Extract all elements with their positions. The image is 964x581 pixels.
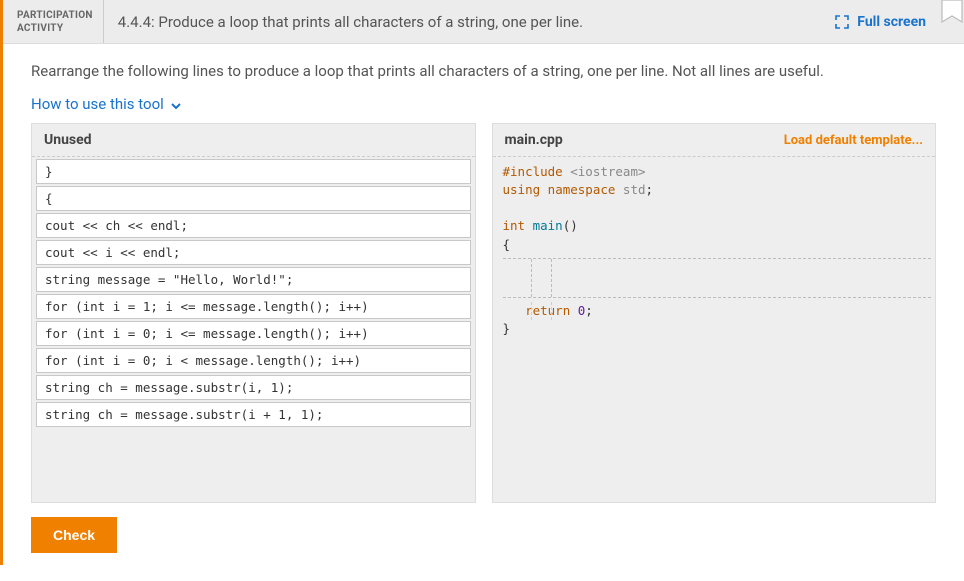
code-line (503, 199, 932, 217)
participation-line2: ACTIVITY (17, 22, 93, 35)
code-block[interactable]: string ch = message.substr(i + 1, 1); (36, 402, 471, 427)
unused-panel: Unused } { cout << ch << endl; cout << i… (31, 123, 476, 503)
code-editor[interactable]: #include <iostream> using namespace std;… (493, 157, 936, 344)
unused-blocks-list[interactable]: } { cout << ch << endl; cout << i << end… (32, 159, 475, 427)
check-row: Check (31, 503, 936, 553)
code-block[interactable]: for (int i = 0; i <= message.length(); i… (36, 321, 471, 346)
fullscreen-icon (835, 15, 849, 29)
participation-line1: PARTICIPATION (17, 9, 93, 22)
code-filename: main.cpp (505, 132, 563, 148)
instructions-text: Rearrange the following lines to produce… (31, 62, 936, 80)
check-button[interactable]: Check (31, 517, 117, 553)
activity-title: 4.4.4: Produce a loop that prints all ch… (104, 0, 821, 43)
code-block[interactable]: { (36, 186, 471, 211)
code-block[interactable]: for (int i = 1; i <= message.length(); i… (36, 294, 471, 319)
unused-title: Unused (44, 132, 92, 148)
code-block[interactable]: cout << i << endl; (36, 240, 471, 265)
code-panel: main.cpp Load default template... #inclu… (492, 123, 937, 503)
activity-header: PARTICIPATION ACTIVITY 4.4.4: Produce a … (3, 0, 964, 44)
how-to-use-label: How to use this tool (31, 95, 164, 113)
panels-row: Unused } { cout << ch << endl; cout << i… (31, 123, 936, 503)
code-block[interactable]: } (36, 159, 471, 184)
code-block[interactable]: for (int i = 0; i < message.length(); i+… (36, 348, 471, 373)
participation-badge: PARTICIPATION ACTIVITY (3, 0, 104, 43)
chevron-down-icon (170, 98, 182, 110)
code-line: using namespace std; (503, 181, 932, 199)
fullscreen-button[interactable]: Full screen (821, 0, 940, 43)
code-dropzone[interactable] (503, 258, 932, 298)
code-block[interactable]: cout << ch << endl; (36, 213, 471, 238)
code-line: { (503, 236, 932, 254)
activity-body: Rearrange the following lines to produce… (3, 44, 964, 565)
load-template-link[interactable]: Load default template... (784, 133, 923, 148)
fullscreen-label: Full screen (857, 14, 926, 30)
code-block[interactable]: string ch = message.substr(i, 1); (36, 375, 471, 400)
code-line: } (503, 320, 932, 338)
code-panel-header: main.cpp Load default template... (493, 124, 936, 157)
code-line: return 0; (503, 302, 932, 320)
bookmark-ribbon-icon (940, 0, 964, 43)
code-block[interactable]: string message = "Hello, World!"; (36, 267, 471, 292)
activity-container: PARTICIPATION ACTIVITY 4.4.4: Produce a … (0, 0, 964, 565)
code-line: int main() (503, 217, 932, 235)
code-line: #include <iostream> (503, 163, 932, 181)
how-to-use-link[interactable]: How to use this tool (31, 95, 182, 113)
unused-panel-header: Unused (32, 124, 475, 157)
